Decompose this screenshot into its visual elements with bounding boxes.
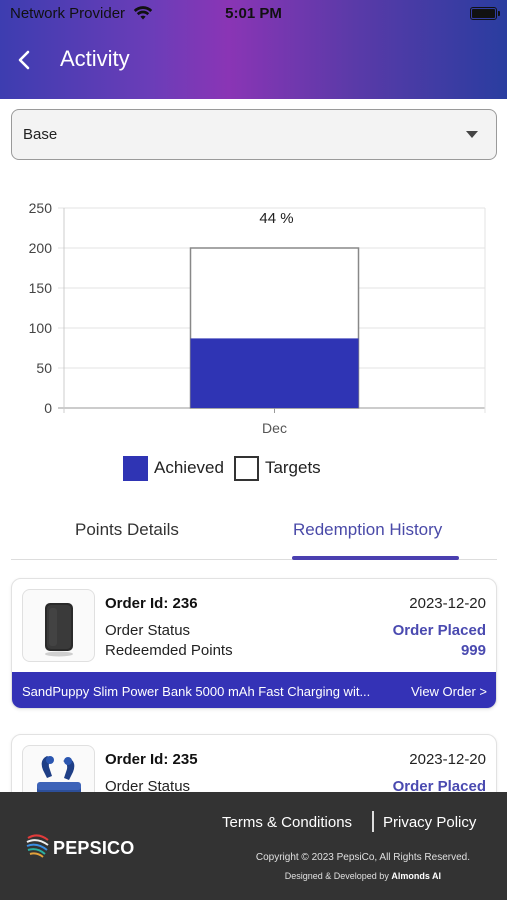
achievement-bar-chart: 0 50 100 150 200 250 44 % Dec — [29, 200, 486, 436]
designed-by-text: Designed & Developed by Almonds AI — [285, 871, 441, 881]
page-title: Activity — [60, 46, 130, 71]
battery-icon — [470, 7, 500, 20]
order-date: 2023-12-20 — [409, 751, 486, 768]
caret-down-icon — [466, 131, 478, 138]
pepsico-logo: PEPSICO — [25, 832, 160, 862]
developer-name: Almonds AI — [391, 871, 441, 881]
tab-redemption-history[interactable]: Redemption History — [293, 520, 442, 540]
order-status-label: Order Status — [105, 622, 191, 639]
y-tick-label: 150 — [29, 280, 53, 296]
legend-swatch-achieved — [123, 455, 148, 481]
app-header: Network Provider 5:01 PM Activity — [0, 0, 507, 99]
pepsico-globe-icon — [26, 834, 49, 858]
pepsico-wordmark: PEPSICO — [53, 838, 135, 858]
power-bank-image — [45, 603, 73, 657]
designed-by-prefix: Designed & Developed by — [284, 871, 392, 881]
privacy-policy-link[interactable]: Privacy Policy — [383, 814, 476, 831]
legend-swatch-targets — [233, 455, 259, 481]
redeemed-points-label: Redeemded Points — [105, 642, 233, 659]
copyright-text: Copyright © 2023 PepsiCo, All Rights Res… — [255, 852, 470, 863]
tab-bar: Points Details Redemption History — [11, 505, 497, 560]
bar-achieved — [190, 338, 359, 408]
chart-legend: Achieved Targets — [123, 455, 321, 481]
order-card[interactable]: Order Id: 236 2023-12-20 Order Status Or… — [11, 578, 497, 709]
redeemed-points-value: 999 — [460, 642, 486, 659]
chevron-left-icon[interactable] — [12, 46, 36, 74]
category-dropdown[interactable]: Base — [11, 109, 497, 160]
view-order-link[interactable]: View Order > — [411, 684, 487, 699]
status-time: 5:01 PM — [225, 5, 282, 22]
active-tab-indicator — [292, 556, 459, 560]
product-name: SandPuppy Slim Power Bank 5000 mAh Fast … — [22, 684, 371, 699]
order-id: Order Id: 235 — [105, 751, 198, 768]
legend-label-targets: Targets — [264, 458, 321, 477]
y-tick-label: 200 — [29, 240, 53, 256]
order-card-footer: SandPuppy Slim Power Bank 5000 mAh Fast … — [12, 672, 496, 708]
order-status-value: Order Placed — [392, 622, 486, 639]
page-footer: Terms & Conditions Privacy Policy PEPSIC… — [0, 792, 507, 900]
x-tick-label: Dec — [262, 420, 287, 436]
link-divider — [372, 811, 374, 832]
order-id: Order Id: 236 — [105, 595, 198, 612]
y-tick-label: 50 — [36, 360, 52, 376]
data-label: 44 % — [259, 210, 293, 227]
tab-points-details[interactable]: Points Details — [75, 520, 179, 540]
product-thumbnail — [22, 589, 95, 662]
y-tick-label: 100 — [29, 320, 53, 336]
y-tick-label: 0 — [44, 400, 52, 416]
y-tick-label: 250 — [29, 200, 53, 216]
status-bar: Network Provider 5:01 PM — [0, 0, 507, 28]
order-date: 2023-12-20 — [409, 595, 486, 612]
dropdown-selected-value: Base — [23, 126, 58, 143]
legend-label-achieved: Achieved — [154, 458, 224, 477]
terms-link[interactable]: Terms & Conditions — [222, 814, 352, 831]
